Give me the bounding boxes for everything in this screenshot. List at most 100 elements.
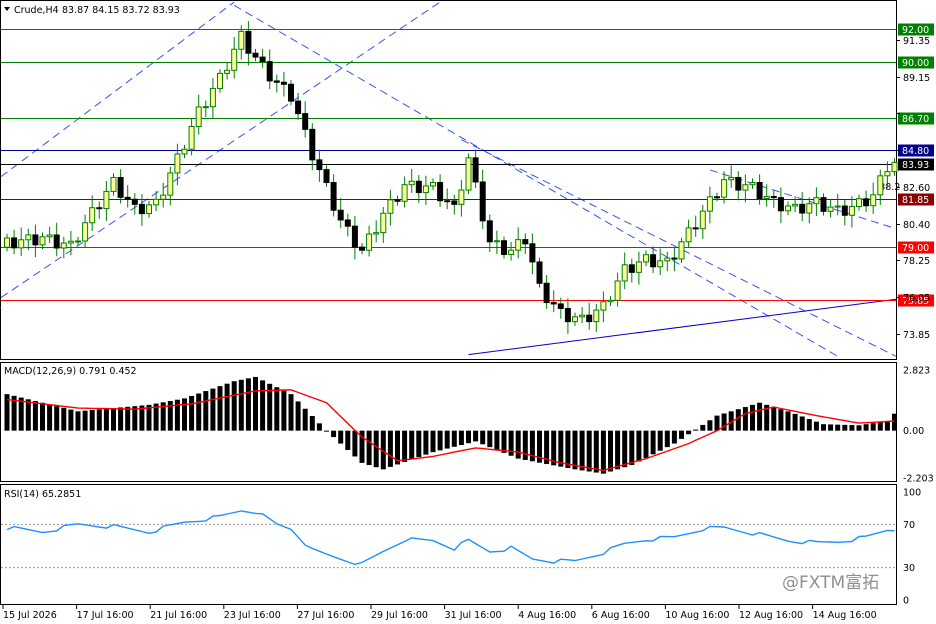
level-tag-label: 92.00 [902, 25, 929, 36]
candle-body [245, 30, 252, 54]
macd-bar [558, 430, 564, 467]
macd-bar [32, 401, 38, 431]
candle-body [529, 243, 536, 263]
macd-bar [238, 379, 244, 431]
candle-body [607, 299, 614, 303]
macd-bar [586, 430, 592, 472]
macd-bar [366, 430, 372, 466]
macd-bar [714, 415, 720, 431]
candle-body [628, 264, 635, 273]
candle-body [799, 203, 806, 214]
candle-body [202, 106, 209, 109]
macd-axis-label: -2.203 [903, 474, 934, 485]
time-axis-label: 14 Aug 16:00 [813, 610, 877, 621]
candle-body [75, 240, 81, 243]
candle-body [856, 198, 862, 208]
macd-bar [565, 430, 571, 468]
candle-body [458, 189, 465, 205]
candle-body [280, 81, 287, 85]
macd-bar [835, 424, 841, 431]
level-tag-label: 84.80 [902, 146, 929, 157]
uptrend-support-line [468, 298, 897, 356]
macd-bar [480, 430, 486, 445]
macd-bar [118, 407, 124, 431]
macd-bar [61, 407, 67, 431]
macd-bar [522, 430, 528, 460]
macd-bar [813, 421, 819, 431]
candle-body [209, 87, 216, 108]
candle-body [401, 184, 408, 202]
candle-body [841, 205, 848, 216]
candle-body [543, 282, 550, 304]
macd-bar [182, 398, 187, 431]
rsi-panel[interactable] [0, 484, 897, 605]
macd-axis-label: 2.823 [903, 366, 930, 377]
macd-bar [643, 430, 649, 458]
macd-bar [231, 381, 237, 431]
macd-bar [650, 430, 656, 455]
candle-body [586, 314, 593, 323]
macd-bar [302, 408, 308, 431]
macd-bar [416, 430, 422, 458]
candle-body [614, 280, 621, 301]
macd-bar [96, 409, 102, 431]
ohlc-readout: 83.87 84.15 83.72 83.93 [62, 5, 180, 16]
candle-body [579, 314, 586, 318]
candle-body [536, 261, 543, 284]
candle-body [224, 69, 231, 74]
macd-bar [572, 430, 578, 470]
candle-body [323, 169, 330, 184]
candle-body [657, 260, 664, 268]
candle-body [103, 190, 110, 210]
macd-bar [771, 407, 777, 431]
triangle-down-icon[interactable] [4, 7, 10, 11]
macd-bar [735, 409, 741, 431]
candle-body [451, 200, 458, 205]
candle-body [692, 227, 699, 230]
macd-bar [842, 424, 848, 431]
macd-bar [636, 430, 642, 462]
candle-body [891, 161, 898, 173]
candle-body [621, 264, 628, 282]
macd-bar [345, 430, 351, 451]
price-panel[interactable] [0, 0, 897, 360]
candle-body [863, 198, 870, 207]
candle-body [834, 205, 841, 208]
candle-body [387, 199, 394, 214]
time-axis-label: 31 Jul 16:00 [445, 610, 502, 621]
candle-body [124, 196, 131, 200]
candle-body [650, 254, 657, 268]
macd-bar [501, 430, 507, 453]
candle-body [465, 157, 472, 191]
time-axis-label: 15 Jul 2026 [3, 610, 57, 621]
channel-lower-line [0, 1, 441, 298]
candle-body [67, 240, 74, 244]
candle-body [479, 181, 486, 222]
rsi-line [6, 510, 895, 566]
macd-bar [799, 416, 805, 431]
macd-bar [253, 376, 258, 431]
macd-bar [466, 430, 471, 444]
macd-bar [245, 378, 251, 431]
candle-body [25, 234, 32, 241]
candle-body [685, 227, 692, 243]
level-tag-label: 90.00 [902, 58, 929, 69]
macd-bar [338, 430, 344, 444]
candle-body [785, 205, 791, 212]
macd-bar [792, 413, 798, 431]
candle-body [806, 203, 813, 214]
candle-body [288, 83, 294, 102]
macd-title: MACD(12,26,9) 0.791 0.452 [4, 366, 137, 377]
candle-body [777, 197, 784, 212]
macd-bar [352, 430, 358, 457]
macd-bar [877, 422, 883, 431]
time-axis-label: 21 Jul 16:00 [150, 610, 207, 621]
candle-body [699, 210, 706, 230]
candle-body [302, 113, 309, 130]
macd-bar [47, 404, 53, 431]
candle-body [756, 182, 763, 199]
candle-body [39, 236, 46, 246]
candle-body [430, 182, 436, 187]
macd-bar [444, 430, 450, 449]
candle-body [217, 72, 223, 89]
